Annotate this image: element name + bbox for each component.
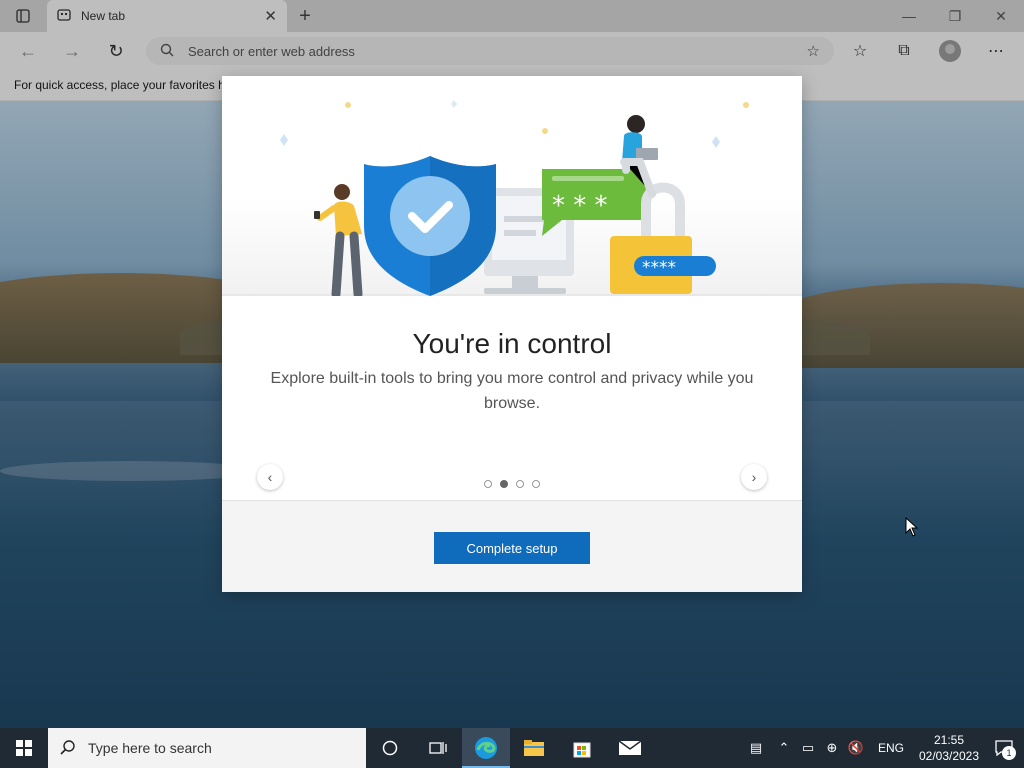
carousel-indicators xyxy=(222,480,802,488)
microsoft-store-icon[interactable] xyxy=(558,728,606,768)
windows-logo-icon xyxy=(16,740,32,756)
svg-text:* * *: * * * xyxy=(552,191,608,221)
dialog-footer: Complete setup xyxy=(222,500,802,592)
cortana-icon[interactable] xyxy=(366,728,414,768)
task-view-icon[interactable] xyxy=(414,728,462,768)
notification-badge: 1 xyxy=(1002,746,1016,760)
edge-taskbar-icon[interactable] xyxy=(462,728,510,768)
carousel-dot[interactable] xyxy=(516,480,524,488)
taskbar-search-placeholder: Type here to search xyxy=(88,740,212,756)
complete-setup-button[interactable]: Complete setup xyxy=(434,532,590,564)
carousel-dot[interactable] xyxy=(500,480,508,488)
notification-center-icon[interactable]: 1 xyxy=(984,728,1024,768)
clock[interactable]: 21:55 02/03/2023 xyxy=(914,732,984,764)
news-widget-icon[interactable]: ▤ xyxy=(740,728,772,768)
shield-icon xyxy=(364,156,496,296)
system-tray: ▤ ⌃ ▭ ⊕ 🔇 ENG 21:55 02/03/2023 1 xyxy=(740,728,1024,768)
dialog-title: You're in control xyxy=(412,328,612,359)
carousel-dot[interactable] xyxy=(484,480,492,488)
privacy-illustration: * * * **** xyxy=(222,76,802,296)
svg-text:****: **** xyxy=(642,258,676,278)
carousel-dot[interactable] xyxy=(532,480,540,488)
language-indicator[interactable]: ENG xyxy=(868,741,914,755)
network-icon[interactable]: ⊕ xyxy=(820,728,844,768)
meet-now-icon[interactable]: ▭ xyxy=(796,728,820,768)
taskbar: Type here to search ▤ ⌃ ▭ ⊕ 🔇 ENG 21:55 … xyxy=(0,728,1024,768)
dialog-description: Explore built-in tools to bring you more… xyxy=(270,370,754,412)
screen: New tab ✕ + — ❐ ✕ ← → ↻ Search or enter … xyxy=(0,0,1024,768)
clock-date: 02/03/2023 xyxy=(918,749,980,763)
clock-time: 21:55 xyxy=(933,733,965,747)
search-icon xyxy=(60,739,76,758)
setup-dialog: * * * **** You're in control Explore bui… xyxy=(222,76,802,592)
show-hidden-icons-icon[interactable]: ⌃ xyxy=(772,728,796,768)
start-button[interactable] xyxy=(0,728,48,768)
file-explorer-icon[interactable] xyxy=(510,728,558,768)
mouse-cursor-icon xyxy=(905,516,919,540)
volume-muted-icon[interactable]: 🔇 xyxy=(844,728,868,768)
mail-icon[interactable] xyxy=(606,728,654,768)
taskbar-search-box[interactable]: Type here to search xyxy=(48,728,366,768)
